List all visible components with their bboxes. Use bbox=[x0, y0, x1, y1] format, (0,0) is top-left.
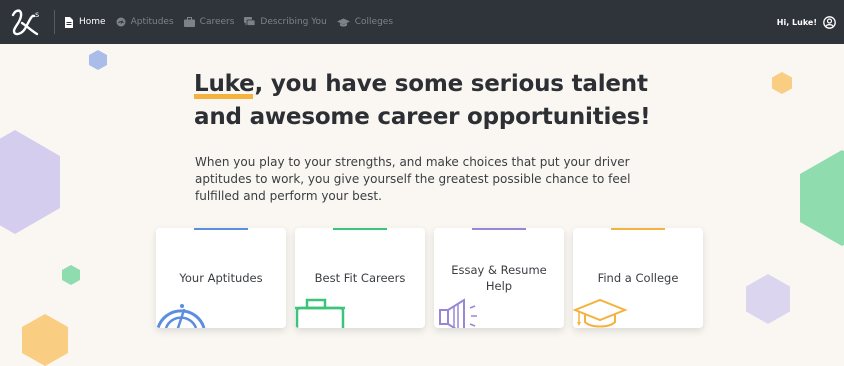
top-navbar: s Home Aptitudes Careers Describing You … bbox=[0, 0, 844, 44]
card-label: Find a College bbox=[597, 271, 679, 285]
card-accent-bar bbox=[194, 228, 248, 230]
nav-label-colleges: Colleges bbox=[354, 17, 394, 27]
hexagon-decoration bbox=[89, 50, 107, 70]
intro-text: When you play to your strengths, and mak… bbox=[195, 155, 631, 203]
card-your-aptitudes[interactable]: Your Aptitudes bbox=[156, 228, 286, 328]
nav-divider bbox=[54, 10, 55, 34]
hexagon-decoration bbox=[62, 265, 80, 285]
hexagon-decoration bbox=[746, 274, 790, 324]
chat-icon bbox=[244, 17, 256, 26]
hexagon-decoration bbox=[0, 130, 60, 234]
user-greeting: Hi, Luke! bbox=[776, 17, 817, 27]
user-icon[interactable] bbox=[823, 15, 836, 29]
card-label: Best Fit Careers bbox=[314, 271, 406, 285]
page-title: Luke, you have some serious talent and a… bbox=[194, 68, 674, 134]
card-accent-bar bbox=[611, 228, 665, 230]
document-icon bbox=[65, 16, 73, 28]
page-title-rest: , you have some serious talent and aweso… bbox=[194, 71, 651, 130]
nav-label-home: Home bbox=[79, 17, 106, 27]
user-menu[interactable]: Hi, Luke! bbox=[777, 0, 836, 44]
briefcase-icon bbox=[295, 298, 345, 328]
card-best-fit-careers[interactable]: Best Fit Careers bbox=[295, 228, 425, 328]
feature-cards: Your Aptitudes Best Fit Careers Essay & … bbox=[156, 228, 703, 328]
logo[interactable]: s bbox=[10, 7, 44, 37]
nav-item-describing-you[interactable]: Describing You bbox=[244, 17, 327, 27]
card-accent-bar bbox=[472, 228, 526, 230]
card-accent-bar bbox=[333, 228, 387, 230]
graduation-cap-icon bbox=[336, 18, 350, 27]
briefcase-icon bbox=[183, 17, 195, 27]
graduation-cap-icon bbox=[573, 298, 628, 328]
gauge-icon bbox=[116, 17, 126, 27]
hexagon-decoration bbox=[22, 314, 68, 366]
hexagon-decoration bbox=[800, 150, 844, 246]
nav-menu: Home Aptitudes Careers Describing You Co… bbox=[64, 0, 393, 44]
gauge-icon bbox=[156, 304, 206, 328]
card-essay-resume-help[interactable]: Essay & Resume Help bbox=[434, 228, 564, 328]
nav-item-colleges[interactable]: Colleges bbox=[336, 17, 394, 27]
user-name: Luke bbox=[194, 68, 255, 101]
nav-item-aptitudes[interactable]: Aptitudes bbox=[116, 17, 174, 27]
nav-label-aptitudes: Aptitudes bbox=[130, 17, 174, 27]
hexagon-decoration bbox=[772, 72, 792, 94]
nav-label-careers: Careers bbox=[199, 17, 235, 27]
nav-item-home[interactable]: Home bbox=[64, 16, 106, 28]
card-find-a-college[interactable]: Find a College bbox=[573, 228, 703, 328]
megaphone-icon bbox=[439, 298, 477, 328]
svg-text:s: s bbox=[35, 10, 39, 19]
card-label: Your Aptitudes bbox=[179, 271, 263, 285]
nav-item-careers[interactable]: Careers bbox=[183, 17, 235, 27]
nav-label-describing-you: Describing You bbox=[260, 17, 327, 27]
